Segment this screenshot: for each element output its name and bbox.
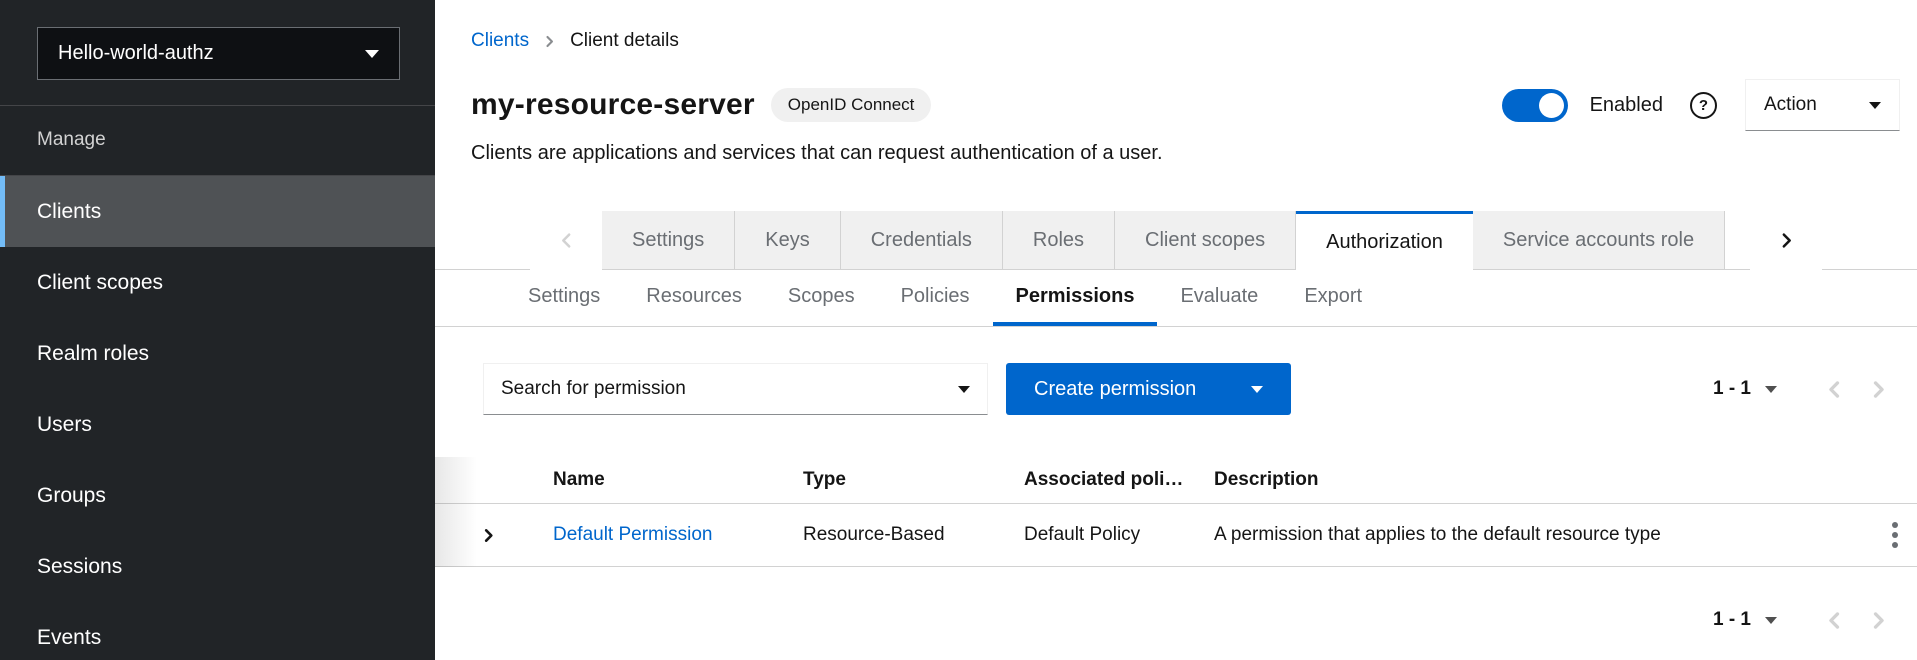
subtab-permissions[interactable]: Permissions xyxy=(993,270,1158,326)
permissions-table: Name Type Associated poli… Description D… xyxy=(435,457,1917,567)
sidebar-item-users[interactable]: Users xyxy=(0,389,435,460)
chevron-down-icon xyxy=(958,386,970,393)
breadcrumb-separator-icon xyxy=(543,35,556,48)
tabs-scroll-right-button[interactable] xyxy=(1750,211,1822,270)
realm-name: Hello-world-authz xyxy=(58,42,214,65)
next-page-button[interactable] xyxy=(1856,598,1900,642)
action-dropdown[interactable]: Action xyxy=(1745,79,1900,131)
sidebar: Hello-world-authz Manage ClientsClient s… xyxy=(0,0,435,660)
column-header-associated-policies: Associated poli… xyxy=(1001,469,1191,491)
table-body: Default Permission Resource-BasedDefault … xyxy=(435,504,1917,567)
pagination-range: 1 - 1 xyxy=(1713,609,1751,631)
column-header-description: Description xyxy=(1191,469,1850,491)
search-permission-label: Search for permission xyxy=(501,378,686,400)
tabs-scroll-left-button[interactable] xyxy=(530,211,602,270)
subtab-list: SettingsResourcesScopesPoliciesPermissio… xyxy=(505,270,1385,326)
previous-page-button[interactable] xyxy=(1812,598,1856,642)
permission-type: Resource-Based xyxy=(780,524,1001,546)
authorization-subtabs: SettingsResourcesScopesPoliciesPermissio… xyxy=(435,270,1917,327)
table-row: Default Permission Resource-BasedDefault … xyxy=(435,504,1917,567)
kebab-menu-icon[interactable] xyxy=(1888,516,1902,554)
client-description: Clients are applications and services th… xyxy=(471,142,1893,165)
chevron-down-icon xyxy=(1869,102,1881,109)
pagination-top: 1 - 1 xyxy=(1713,367,1900,411)
tab-service-accounts-role[interactable]: Service accounts role xyxy=(1473,211,1725,270)
search-permission-dropdown[interactable]: Search for permission xyxy=(483,363,988,415)
chevron-down-icon xyxy=(1765,617,1777,624)
permission-associated-policies: Default Policy xyxy=(1001,524,1191,546)
toggle-knob xyxy=(1539,93,1564,118)
chevron-down-icon xyxy=(1251,386,1263,393)
chevron-down-icon xyxy=(1765,386,1777,393)
subtab-settings[interactable]: Settings xyxy=(505,270,623,326)
help-icon[interactable]: ? xyxy=(1690,92,1717,119)
enabled-label: Enabled xyxy=(1590,94,1663,117)
permission-description: A permission that applies to the default… xyxy=(1191,524,1850,546)
chevron-down-icon xyxy=(365,50,379,58)
pagination-range: 1 - 1 xyxy=(1713,378,1751,400)
pagination-bottom: 1 - 1 xyxy=(1713,598,1900,642)
permission-name-link[interactable]: Default Permission xyxy=(553,524,712,545)
subtab-policies[interactable]: Policies xyxy=(878,270,993,326)
action-dropdown-label: Action xyxy=(1764,94,1817,116)
subtab-evaluate[interactable]: Evaluate xyxy=(1157,270,1281,326)
protocol-badge: OpenID Connect xyxy=(771,88,932,122)
nav-section-manage: Manage xyxy=(0,105,435,176)
app-root: Hello-world-authz Manage ClientsClient s… xyxy=(0,0,1917,660)
previous-page-button[interactable] xyxy=(1812,367,1856,411)
client-tabs: SettingsKeysCredentialsRolesClient scope… xyxy=(435,211,1917,270)
tab-authorization[interactable]: Authorization xyxy=(1296,211,1473,270)
page-header: my-resource-server OpenID Connect Enable… xyxy=(471,79,1900,131)
sidebar-item-clients[interactable]: Clients xyxy=(0,176,435,247)
sidebar-item-groups[interactable]: Groups xyxy=(0,460,435,531)
main-content: Clients Client details my-resource-serve… xyxy=(435,0,1917,660)
breadcrumb: Clients Client details xyxy=(435,0,1917,52)
column-header-type: Type xyxy=(780,469,1001,491)
subtab-export[interactable]: Export xyxy=(1281,270,1385,326)
create-permission-button[interactable]: Create permission xyxy=(1006,363,1291,415)
enabled-toggle[interactable] xyxy=(1502,89,1568,122)
create-permission-label: Create permission xyxy=(1034,378,1196,401)
tab-roles[interactable]: Roles xyxy=(1003,211,1115,270)
subtab-resources[interactable]: Resources xyxy=(623,270,765,326)
sidebar-nav: ClientsClient scopesRealm rolesUsersGrou… xyxy=(0,176,435,660)
tab-list: SettingsKeysCredentialsRolesClient scope… xyxy=(602,211,1725,270)
realm-selector[interactable]: Hello-world-authz xyxy=(37,27,400,80)
pagination-menu-toggle[interactable]: 1 - 1 xyxy=(1713,609,1777,631)
pagination-menu-toggle[interactable]: 1 - 1 xyxy=(1713,378,1777,400)
tab-client-scopes[interactable]: Client scopes xyxy=(1115,211,1296,270)
page-title: my-resource-server xyxy=(471,88,755,122)
sidebar-item-sessions[interactable]: Sessions xyxy=(0,531,435,602)
tab-credentials[interactable]: Credentials xyxy=(841,211,1003,270)
tab-settings[interactable]: Settings xyxy=(602,211,735,270)
table-header-row: Name Type Associated poli… Description xyxy=(435,457,1917,504)
permissions-toolbar: Search for permission Create permission … xyxy=(435,363,1917,415)
next-page-button[interactable] xyxy=(1856,367,1900,411)
sidebar-item-realm-roles[interactable]: Realm roles xyxy=(0,318,435,389)
subtab-scopes[interactable]: Scopes xyxy=(765,270,878,326)
expand-row-button[interactable] xyxy=(481,528,496,543)
header-controls: Enabled ? Action xyxy=(1502,79,1900,131)
tab-keys[interactable]: Keys xyxy=(735,211,840,270)
breadcrumb-current: Client details xyxy=(570,30,679,52)
breadcrumb-clients-link[interactable]: Clients xyxy=(471,30,529,52)
sidebar-item-client-scopes[interactable]: Client scopes xyxy=(0,247,435,318)
column-header-name: Name xyxy=(530,469,780,491)
sidebar-item-events[interactable]: Events xyxy=(0,602,435,660)
